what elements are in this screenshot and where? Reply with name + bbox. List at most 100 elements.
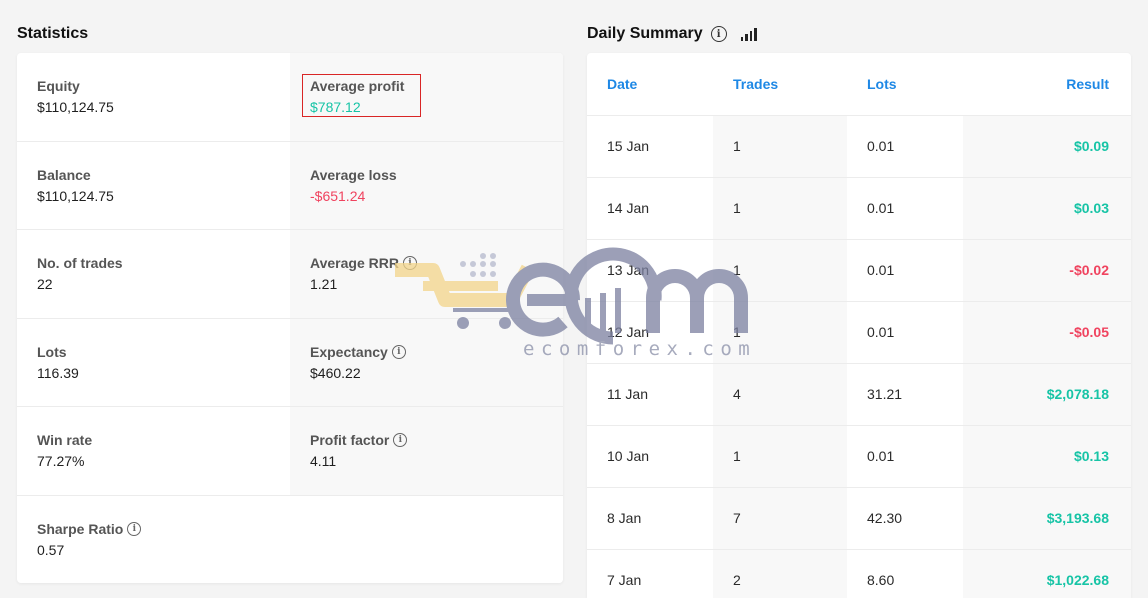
stat-value: 116.39: [37, 364, 79, 381]
stat-average-rrr: Average RRR i 1.21: [290, 230, 563, 319]
daily-summary-table: Date Trades Lots Result 15 Jan 1 0.01 $0.09…: [587, 53, 1131, 598]
cell-lots: 0.01: [847, 177, 963, 240]
stat-label: Balance: [37, 166, 270, 184]
cell-result: -$0.05: [963, 301, 1131, 364]
stat-label-text: Profit factor: [310, 432, 390, 448]
stat-label-text: Average loss: [310, 166, 397, 183]
cell-lots: 0.01: [847, 115, 963, 178]
stat-label: Expectancy i: [310, 343, 543, 361]
stat-no-of-trades: No. of trades 22: [17, 230, 290, 319]
stat-label-text: Average RRR: [310, 255, 399, 271]
stat-value: 0.57: [37, 541, 65, 558]
cell-date: 11 Jan: [587, 363, 713, 426]
stat-label-text: Equity: [37, 78, 80, 94]
cell-result: -$0.02: [963, 239, 1131, 302]
bar-chart-icon[interactable]: [740, 27, 757, 41]
cell-date: 15 Jan: [587, 115, 713, 178]
cell-date: 13 Jan: [587, 239, 713, 302]
daily-summary-title-text: Daily Summary: [587, 25, 703, 42]
column-header-lots[interactable]: Lots: [847, 53, 963, 116]
table-row: 11 Jan 4 31.21 $2,078.18: [587, 363, 1131, 426]
column-header-trades[interactable]: Trades: [713, 53, 847, 116]
info-icon[interactable]: i: [127, 521, 142, 536]
statistics-card: Equity $110,124.75 Average profit $787.12 Ba…: [17, 53, 563, 583]
stat-balance: Balance $110,124.75: [17, 142, 290, 230]
statistics-title: Statistics: [17, 25, 88, 43]
stat-expectancy: Expectancy i $460.22: [290, 318, 563, 407]
stat-value: 1.21: [310, 276, 338, 292]
stat-value: 4.11: [310, 453, 337, 469]
daily-summary-title: Daily Summary i: [587, 25, 757, 43]
stat-value: $110,124.75: [37, 187, 114, 204]
stat-label-text: No. of trades: [37, 255, 123, 271]
cell-lots: 0.01: [847, 239, 963, 302]
table-row: 15 Jan 1 0.01 $0.09: [587, 115, 1131, 178]
cell-result: $0.09: [963, 115, 1131, 178]
cell-trades: 1: [713, 301, 847, 364]
cell-lots: 0.01: [847, 301, 963, 364]
stat-label: Profit factor i: [310, 431, 543, 449]
table-row: 8 Jan 7 42.30 $3,193.68: [587, 487, 1131, 550]
stat-label: Equity: [37, 77, 270, 95]
cell-result: $0.03: [963, 177, 1131, 240]
statistics-grid: Equity $110,124.75 Average profit $787.12 Ba…: [17, 53, 563, 583]
info-icon[interactable]: i: [393, 433, 408, 447]
daily-summary-body: 15 Jan 1 0.01 $0.09 14 Jan 1 0.01 $0.03 13 Jan 1 0…: [587, 115, 1131, 598]
stat-equity: Equity $110,124.75: [17, 53, 290, 142]
cell-result: $3,193.68: [963, 487, 1131, 550]
stat-value: $110,124.75: [37, 99, 114, 115]
info-icon[interactable]: i: [402, 256, 417, 270]
stat-value: -$651.24: [310, 187, 366, 204]
cell-date: 10 Jan: [587, 425, 713, 488]
daily-summary-card: Date Trades Lots Result 15 Jan 1 0.01 $0.09…: [587, 53, 1131, 598]
stat-label: No. of trades: [37, 254, 270, 272]
table-row: 13 Jan 1 0.01 -$0.02: [587, 239, 1131, 302]
column-header-result[interactable]: Result: [963, 53, 1131, 116]
cell-date: 8 Jan: [587, 487, 713, 550]
stat-win-rate: Win rate 77.27%: [17, 407, 290, 496]
stat-label: Lots: [37, 343, 270, 361]
table-header-row: Date Trades Lots Result: [587, 53, 1131, 116]
stat-label-text: Sharpe Ratio: [37, 520, 124, 537]
stat-label: Average RRR i: [310, 254, 543, 272]
stat-profit-factor: Profit factor i 4.11: [290, 407, 563, 496]
cell-trades: 1: [713, 115, 847, 178]
stat-label: Sharpe Ratio i: [37, 520, 270, 538]
stat-label-text: Lots: [37, 343, 67, 360]
stat-value: 77.27%: [37, 453, 85, 469]
stat-label: Win rate: [37, 431, 270, 449]
cell-lots: 0.01: [847, 425, 963, 488]
stat-label-text: Balance: [37, 166, 91, 183]
cell-lots: 31.21: [847, 363, 963, 426]
statistics-title-text: Statistics: [17, 25, 89, 42]
highlight-box: [302, 74, 421, 117]
cell-lots: 8.60: [847, 549, 963, 598]
cell-trades: 4: [713, 363, 847, 426]
table-row: 12 Jan 1 0.01 -$0.05: [587, 301, 1131, 364]
column-header-date[interactable]: Date: [587, 53, 713, 116]
stat-average-loss: Average loss -$651.24: [290, 141, 563, 230]
stat-label-text: Expectancy: [310, 343, 388, 360]
cell-trades: 1: [713, 177, 847, 240]
table-row: 14 Jan 1 0.01 $0.03: [587, 177, 1131, 240]
cell-date: 7 Jan: [587, 549, 713, 598]
cell-trades: 1: [713, 239, 847, 302]
stat-sharpe-ratio: Sharpe Ratio i 0.57: [17, 496, 290, 584]
cell-date: 12 Jan: [587, 301, 713, 364]
stat-label: Average loss: [310, 166, 543, 184]
cell-result: $2,078.18: [963, 363, 1131, 426]
stat-value: $460.22: [310, 364, 361, 381]
cell-trades: 1: [713, 425, 847, 488]
stat-label-text: Win rate: [37, 432, 93, 448]
table-row: 7 Jan 2 8.60 $1,022.68: [587, 549, 1131, 598]
cell-lots: 42.30: [847, 487, 963, 550]
cell-trades: 7: [713, 487, 847, 550]
info-icon[interactable]: i: [391, 344, 406, 359]
cell-trades: 2: [713, 549, 847, 598]
empty-cell: [290, 495, 563, 583]
cell-date: 14 Jan: [587, 177, 713, 240]
table-row: 10 Jan 1 0.01 $0.13: [587, 425, 1131, 488]
info-icon[interactable]: i: [710, 26, 727, 42]
stat-value: 22: [37, 276, 53, 292]
stat-lots: Lots 116.39: [17, 319, 290, 407]
